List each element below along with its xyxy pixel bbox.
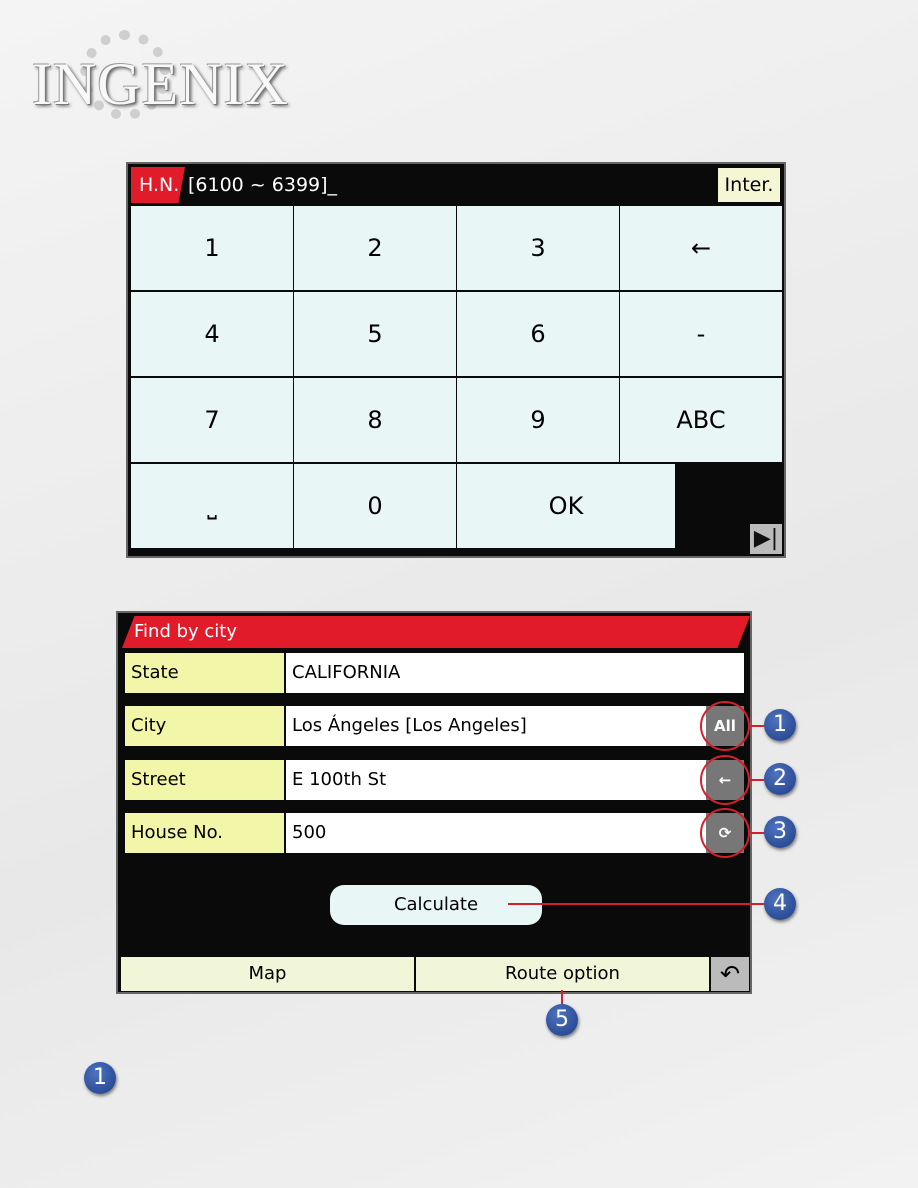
state-field[interactable]: CALIFORNIA [286,653,744,693]
mode-label: H.N. [131,167,185,203]
callout-5: 5 [546,1004,578,1036]
key-backspace[interactable]: ← [620,206,782,290]
key-2[interactable]: 2 [294,206,456,290]
inter-button[interactable]: Inter. [718,168,780,202]
key-0[interactable]: 0 [294,464,456,548]
highlight-ring [700,808,750,858]
highlight-ring [700,701,750,751]
house-number-field[interactable]: 500 [286,813,744,853]
route-option-button[interactable]: Route option [416,957,709,991]
house-number-label: House No. [125,813,284,853]
key-1[interactable]: 1 [131,206,293,290]
callout-1-legend: 1 [84,1062,116,1094]
screen-title: Find by city [122,616,750,648]
key-7[interactable]: 7 [131,378,293,462]
numeric-keypad-screen: H.N. [6100 ~ 6399]_ Inter. 1 2 3 ← 4 5 6… [126,162,786,558]
key-8[interactable]: 8 [294,378,456,462]
key-4[interactable]: 4 [131,292,293,376]
city-field[interactable]: Los Ángeles [Los Angeles] [286,706,744,746]
key-6[interactable]: 6 [457,292,619,376]
city-label: City [125,706,284,746]
calculate-button[interactable]: Calculate [330,885,542,925]
map-button[interactable]: Map [121,957,414,991]
callout-3: 3 [764,816,796,848]
ingenix-logo: INGENIX [32,51,289,117]
highlight-ring [700,755,750,805]
house-number-input[interactable]: [6100 ~ 6399]_ [188,167,337,203]
key-dash[interactable]: - [620,292,782,376]
callout-line [508,903,768,905]
callout-4: 4 [764,888,796,920]
callout-1: 1 [764,709,796,741]
key-ok[interactable]: OK [457,464,675,548]
street-label: Street [125,760,284,800]
callout-2: 2 [764,763,796,795]
key-5[interactable]: 5 [294,292,456,376]
key-3[interactable]: 3 [457,206,619,290]
skip-forward-icon[interactable]: ▶| [750,524,782,554]
street-field[interactable]: E 100th St [286,760,744,800]
key-space[interactable]: ⎵ [131,464,293,548]
state-label: State [125,653,284,693]
key-abc[interactable]: ABC [620,378,782,462]
undo-icon[interactable]: ↶ [711,957,749,991]
key-9[interactable]: 9 [457,378,619,462]
find-by-city-screen: Find by city State CALIFORNIA City Los Á… [116,611,752,994]
